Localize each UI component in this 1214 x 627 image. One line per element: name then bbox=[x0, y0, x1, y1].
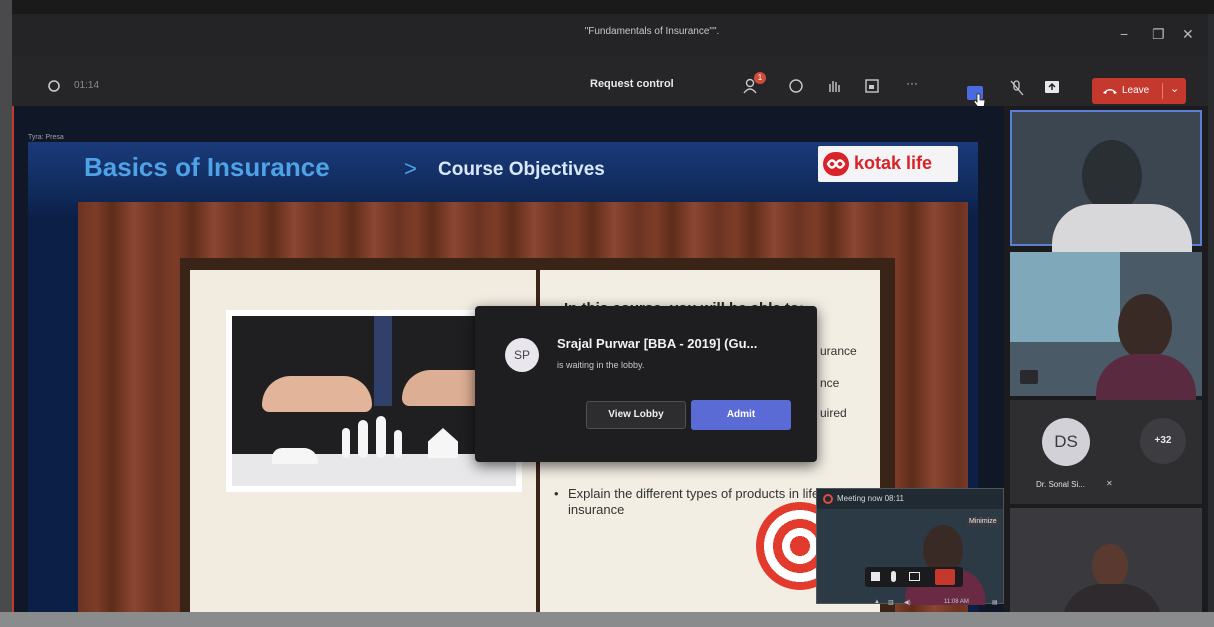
bullet-fragment: nce bbox=[820, 376, 840, 390]
background-window bbox=[1010, 252, 1120, 342]
rooms-icon[interactable] bbox=[864, 78, 880, 94]
left-hand-shape bbox=[262, 376, 372, 412]
leave-label: Leave bbox=[1122, 85, 1150, 96]
participant-shirt bbox=[1096, 354, 1196, 404]
teams-window: "Fundamentals of Insurance"". − ❐ ✕ 01:1… bbox=[12, 14, 1208, 612]
family-cutout bbox=[376, 416, 386, 458]
notifications-icon[interactable]: ▤ bbox=[992, 599, 998, 606]
end-call-button[interactable] bbox=[935, 569, 955, 585]
clock-time: 11:08 AM bbox=[944, 599, 969, 605]
monitor-bezel-bottom bbox=[0, 612, 1214, 627]
chevron-up-icon[interactable]: ▲ bbox=[874, 599, 880, 605]
slide-subtitle: Course Objectives bbox=[438, 159, 605, 180]
title-bar: "Fundamentals of Insurance"". − ❐ ✕ bbox=[12, 14, 1208, 56]
more-options-button[interactable]: ··· bbox=[906, 76, 918, 90]
chevron-right-icon: > bbox=[404, 156, 417, 181]
request-control-button[interactable]: Request control bbox=[590, 78, 674, 90]
mic-muted-icon[interactable] bbox=[1010, 80, 1024, 96]
participant-gallery: DS +32 Dr. Sonal Si... ✕ bbox=[1004, 106, 1208, 612]
volume-icon[interactable]: ◀) bbox=[904, 599, 911, 606]
mic-icon[interactable] bbox=[891, 571, 896, 582]
participant-video-tile[interactable] bbox=[1010, 252, 1202, 404]
taskbar-tray: ▲ ▥ ◀) 11:08 AM ▤ bbox=[870, 598, 1008, 612]
mic-muted-icon: ✕ bbox=[1106, 479, 1113, 488]
minimize-icon[interactable]: − bbox=[1120, 26, 1128, 42]
mini-window-header: Meeting now 08:11 bbox=[817, 489, 1003, 509]
bullet-fragment: urance bbox=[820, 344, 857, 358]
kotak-logo-icon bbox=[823, 152, 849, 176]
leave-divider bbox=[1162, 83, 1163, 99]
raise-hand-icon[interactable] bbox=[826, 78, 842, 94]
recording-icon bbox=[823, 494, 833, 504]
slide-title: Basics of Insurance bbox=[84, 152, 330, 182]
participant-figure bbox=[1092, 544, 1128, 588]
waiting-message: is waiting in the lobby. bbox=[557, 360, 645, 370]
car-cutout bbox=[272, 448, 318, 464]
participants-badge: 1 bbox=[754, 72, 766, 84]
participant-name: Dr. Sonal Si... bbox=[1036, 480, 1085, 489]
minimize-tooltip: Minimize bbox=[967, 517, 999, 526]
share-screen-icon[interactable] bbox=[1044, 80, 1060, 94]
meeting-timer: 01:14 bbox=[74, 80, 100, 91]
tie-shape bbox=[374, 316, 392, 406]
view-lobby-button[interactable]: View Lobby bbox=[586, 401, 686, 429]
chat-icon[interactable] bbox=[788, 78, 804, 94]
bullet-fragment: uired bbox=[820, 406, 847, 420]
waiting-user-name: Srajal Purwar [BBA - 2019] (Gu... bbox=[557, 336, 758, 351]
participant-avatar-tile[interactable]: DS +32 Dr. Sonal Si... ✕ bbox=[1010, 400, 1202, 504]
monitor-bezel-left bbox=[0, 0, 12, 627]
camera-icon[interactable] bbox=[871, 572, 880, 581]
shield-icon bbox=[48, 80, 60, 92]
mini-window-title: Meeting now 08:11 bbox=[837, 494, 905, 503]
family-cutout bbox=[358, 420, 368, 458]
monitor-bezel-top bbox=[0, 0, 1214, 14]
brand-name: kotak life bbox=[854, 153, 933, 173]
bullet-marker: • bbox=[554, 486, 559, 501]
window-title: "Fundamentals of Insurance"". bbox=[584, 26, 720, 37]
hang-up-icon bbox=[1103, 89, 1117, 94]
family-cutout bbox=[394, 430, 402, 458]
avatar: DS bbox=[1042, 418, 1090, 466]
participant-figure bbox=[1118, 294, 1172, 360]
participant-video-tile[interactable] bbox=[1010, 110, 1202, 264]
more-participants-button[interactable]: +32 bbox=[1140, 418, 1186, 464]
meeting-now-window[interactable]: Meeting now 08:11 Minimize bbox=[816, 488, 1004, 605]
presenter-label: Tyra: Presa bbox=[28, 134, 64, 141]
lobby-notification: SP Srajal Purwar [BBA - 2019] (Gu... is … bbox=[475, 306, 817, 462]
house-cutout bbox=[428, 428, 458, 458]
family-cutout bbox=[342, 428, 350, 458]
network-icon[interactable]: ▥ bbox=[888, 599, 894, 606]
avatar: SP bbox=[505, 338, 539, 372]
participant-figure bbox=[1082, 140, 1142, 212]
restore-icon[interactable]: ❐ bbox=[1152, 26, 1165, 43]
leave-button[interactable]: Leave ⌄ bbox=[1092, 78, 1186, 104]
share-icon[interactable] bbox=[909, 572, 920, 581]
participant-video-tile[interactable] bbox=[1010, 508, 1202, 612]
admit-button[interactable]: Admit bbox=[691, 400, 791, 430]
participant-shirt bbox=[1062, 584, 1162, 612]
close-icon[interactable]: ✕ bbox=[1182, 26, 1194, 43]
meeting-toolbar: 01:14 Request control 1 ··· Leave ⌄ bbox=[12, 56, 1208, 108]
chevron-down-icon[interactable]: ⌄ bbox=[1170, 82, 1179, 95]
camera-off-icon bbox=[1020, 370, 1038, 384]
kotak-life-logo: kotak life bbox=[818, 146, 958, 182]
